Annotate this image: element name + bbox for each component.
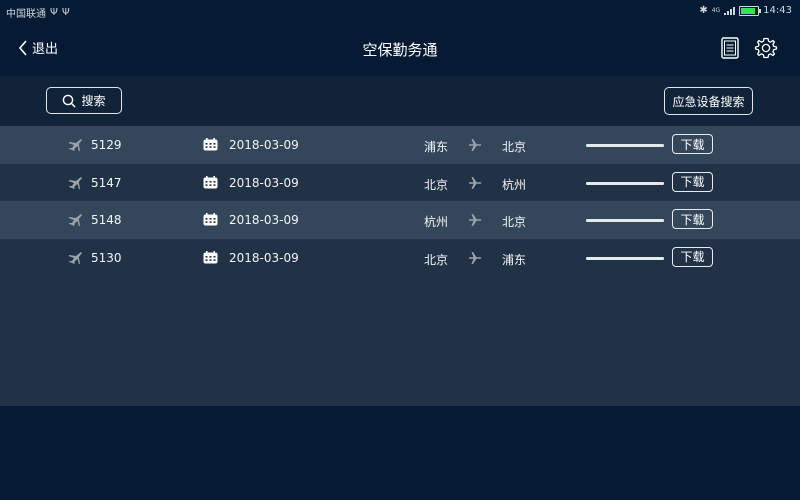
download-button[interactable]: 下载: [672, 246, 713, 267]
flight-row[interactable]: 5129 2018-03-09 浦东 北京 下载: [0, 126, 800, 164]
flight-number: 5147: [91, 175, 122, 190]
battery-icon: [739, 5, 762, 16]
toolbar: 搜索 应急设备搜索: [0, 76, 800, 126]
departure-city: 北京: [424, 252, 449, 267]
flight-date: 2018-03-09: [229, 175, 299, 190]
departure-city: 杭州: [424, 215, 449, 229]
clock-label: 14:43: [763, 5, 792, 16]
download-progress-fill: [586, 181, 664, 185]
download-progress-bar: [586, 181, 664, 185]
download-progress-bar: [586, 144, 664, 147]
plane-icon: [68, 251, 82, 264]
download-button[interactable]: 下载: [672, 209, 713, 229]
page-title: 空保勤务通: [362, 41, 438, 59]
flight-date: 2018-03-09: [229, 250, 299, 265]
plane-icon: [68, 139, 82, 152]
flight-row[interactable]: 5130 2018-03-09 北京 浦东 下载: [0, 239, 800, 277]
emergency-equipment-search-button[interactable]: 应急设备搜索: [664, 87, 753, 115]
download-progress-fill: [586, 144, 664, 147]
document-icon[interactable]: [721, 37, 739, 59]
status-bar: 中国联通 Ψ Ψ ✱ 4G 14:43: [0, 0, 800, 22]
arrival-city: 北京: [502, 140, 527, 154]
calendar-icon: [203, 250, 218, 263]
flight-number: 5130: [91, 250, 122, 265]
carrier-label: 中国联通: [6, 9, 46, 20]
bottom-background: [0, 406, 800, 500]
flight-date: 2018-03-09: [229, 138, 299, 152]
download-button[interactable]: 下载: [672, 171, 713, 192]
route-plane-icon: [469, 139, 482, 151]
calendar-icon: [203, 213, 218, 226]
search-icon: [63, 94, 77, 108]
download-progress-bar: [586, 256, 664, 260]
gear-icon[interactable]: [754, 36, 778, 60]
route-plane-icon: [469, 251, 482, 264]
network-type-label: 4G: [711, 6, 721, 14]
status-left: 中国联通 Ψ Ψ: [6, 5, 70, 20]
flight-row[interactable]: 5147 2018-03-09 北京 杭州 下载: [0, 164, 800, 202]
calendar-icon: [203, 175, 218, 188]
download-progress-bar: [586, 219, 664, 222]
flight-number: 5148: [91, 213, 122, 227]
flight-date: 2018-03-09: [229, 213, 299, 227]
calendar-icon: [203, 138, 218, 151]
plane-icon: [68, 214, 82, 227]
arrival-city: 北京: [502, 215, 527, 229]
download-progress-fill: [586, 256, 664, 260]
plane-icon: [68, 176, 82, 189]
search-label: 搜索: [81, 94, 106, 108]
route-plane-icon: [469, 176, 482, 189]
flight-list: 5129 2018-03-09 浦东 北京 下载 5147 2018-03-09…: [0, 126, 800, 406]
bluetooth-icon: ✱: [699, 5, 708, 16]
arrival-city: 浦东: [502, 252, 527, 267]
usb-icon: Ψ: [50, 7, 58, 18]
departure-city: 浦东: [424, 140, 449, 154]
download-progress-fill: [586, 219, 664, 222]
arrival-city: 杭州: [502, 177, 527, 192]
usb-debug-icon: Ψ: [61, 7, 70, 18]
signal-icon: [724, 6, 736, 15]
status-right: ✱ 4G 14:43: [699, 5, 792, 16]
flight-row[interactable]: 5148 2018-03-09 杭州 北京 下载: [0, 201, 800, 239]
download-button[interactable]: 下载: [672, 134, 713, 154]
departure-city: 北京: [424, 177, 449, 192]
flight-number: 5129: [91, 138, 122, 152]
nav-bar: 退出 空保勤务通: [0, 22, 800, 76]
route-plane-icon: [469, 214, 482, 226]
search-button[interactable]: 搜索: [46, 87, 122, 114]
